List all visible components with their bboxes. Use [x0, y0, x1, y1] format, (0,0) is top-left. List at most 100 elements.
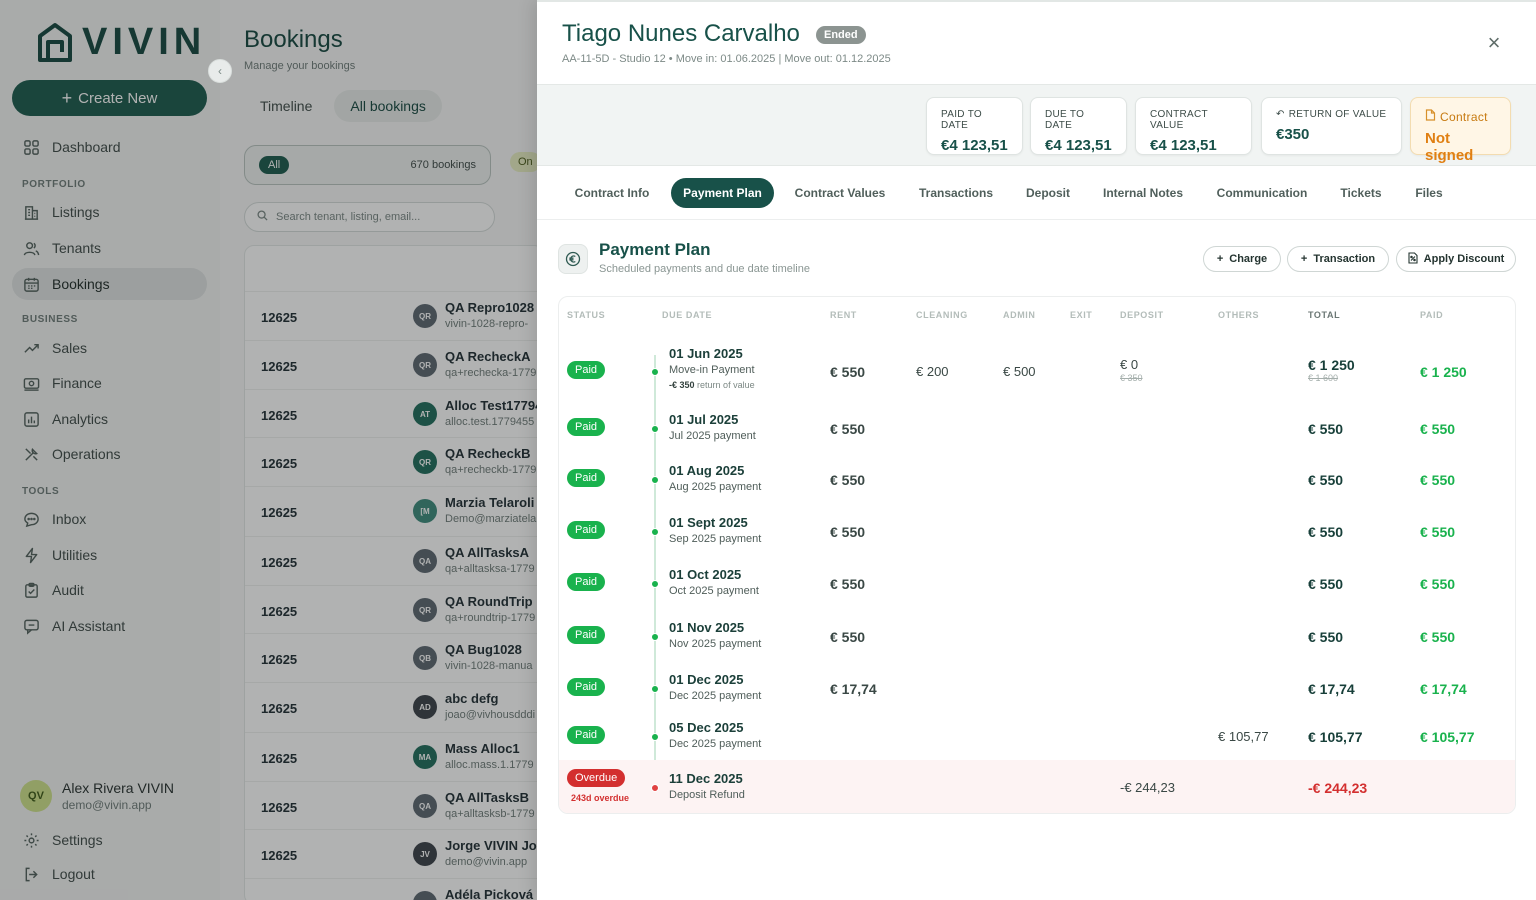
tenant-name: Adéla Picková: [445, 887, 534, 900]
avatar: AT: [413, 402, 437, 426]
tab-transactions[interactable]: Transactions: [906, 178, 1006, 208]
tenant-email: vivin-1028-repro-: [445, 318, 529, 330]
sidebar-item-listings[interactable]: Listings: [12, 196, 207, 228]
table-row[interactable]: 12625 QA QA AllTasksB qa+alltasksb-1779: [245, 781, 537, 830]
admin-amount: € 500: [1003, 364, 1036, 379]
stat-label: DUE TO DATE: [1045, 109, 1085, 131]
tab-all-bookings[interactable]: All bookings: [334, 90, 442, 122]
table-row[interactable]: 12625 JV Jorge VIVIN Jo demo@vivin.app: [245, 829, 537, 878]
sidebar-item-inbox[interactable]: Inbox: [12, 503, 207, 535]
logo[interactable]: VIVIN: [36, 22, 206, 62]
tools-icon: [22, 445, 40, 463]
sidebar-item-tenants[interactable]: Tenants: [12, 232, 207, 264]
user-profile[interactable]: QV Alex Rivera VIVIN demo@vivin.app: [20, 780, 174, 812]
stat-label: PAID TO DATE: [941, 109, 983, 131]
sidebar-item-label: Operations: [52, 446, 121, 462]
payment-row[interactable]: Paid 01 Dec 2025 Dec 2025 payment € 17,74 € …: [559, 663, 1515, 714]
sidebar-item-label: Sales: [52, 340, 88, 356]
apply-discount-button[interactable]: Apply Discount: [1396, 246, 1516, 272]
booking-id: 12625: [261, 701, 298, 716]
assistant-icon: [22, 617, 40, 635]
filter-ongoing-pill[interactable]: On: [510, 152, 537, 172]
status-badge-paid: Paid: [567, 726, 606, 744]
tab-files[interactable]: Files: [1403, 178, 1455, 208]
trend-icon: [22, 339, 40, 357]
nav-section-tools: TOOLS: [22, 486, 60, 497]
column-header: DEPOSIT: [1120, 310, 1164, 320]
clipboard-icon: [22, 581, 40, 599]
payment-description: Dec 2025 payment: [669, 738, 762, 750]
tab-deposit[interactable]: Deposit: [1015, 178, 1081, 208]
due-date: 01 Dec 2025: [669, 672, 744, 687]
tab-timeline[interactable]: Timeline: [244, 90, 328, 122]
table-row[interactable]: 12625 QB QA Bug1028 vivin-1028-manua: [245, 633, 537, 682]
bookings-table: 12625 QR QA Repro1028 vivin-1028-repro- 1262…: [244, 245, 537, 900]
table-row[interactable]: 12625 QR QA Repro1028 vivin-1028-repro-: [245, 291, 537, 340]
search-input[interactable]: Search tenant, listing, email...: [244, 202, 495, 232]
table-row[interactable]: 12625 AT Alloc Test17794 alloc.test.1779455: [245, 389, 537, 438]
payment-row[interactable]: Overdue 243d overdue 11 Dec 2025 Deposit Re…: [559, 760, 1515, 813]
tab-communication[interactable]: Communication: [1205, 178, 1319, 208]
sidebar-item-dashboard[interactable]: Dashboard: [12, 131, 207, 163]
payment-row[interactable]: Paid 01 Jun 2025 Move-in Payment -€ 350 ret…: [559, 339, 1515, 405]
add-charge-button[interactable]: + Charge: [1203, 246, 1281, 272]
payment-row[interactable]: Paid 01 Sept 2025 Sep 2025 payment € 550 € 5…: [559, 506, 1515, 558]
tab-internal-notes[interactable]: Internal Notes: [1090, 178, 1196, 208]
booking-id: 12625: [261, 555, 298, 570]
table-row[interactable]: 12625 [M Marzia Telaroli Demo@marziatela: [245, 486, 537, 535]
due-date: 01 Jun 2025: [669, 346, 743, 361]
user-email: demo@vivin.app: [62, 798, 152, 812]
paid-amount: € 1 250: [1420, 364, 1467, 380]
logout-button[interactable]: Logout: [12, 858, 207, 890]
payment-row[interactable]: Paid 01 Oct 2025 Oct 2025 payment € 550 € 55…: [559, 558, 1515, 610]
table-row[interactable]: 12625 QR QA RecheckB qa+recheckb-1779: [245, 437, 537, 486]
bookings-page: Bookings Manage your bookings Timeline A…: [220, 0, 537, 900]
close-button[interactable]: ×: [1483, 32, 1505, 54]
filter-all-card[interactable]: All 670 bookings: [244, 145, 491, 185]
table-row[interactable]: 12625 AD abc defg joao@vivhousdddi: [245, 682, 537, 731]
deposit-amount: -€ 244,23: [1120, 780, 1175, 795]
payment-row[interactable]: Paid 01 Aug 2025 Aug 2025 payment € 550 € 55…: [559, 454, 1515, 506]
sidebar-item-finance[interactable]: Finance: [12, 367, 207, 399]
stat-value: €4 123,51: [1150, 137, 1217, 154]
table-row[interactable]: 12625 QR QA RoundTrip qa+roundtrip-1779: [245, 585, 537, 634]
tab-payment-plan[interactable]: Payment Plan: [671, 178, 774, 208]
timeline-dot: [651, 476, 659, 484]
search-icon: [257, 210, 268, 224]
sidebar-item-sales[interactable]: Sales: [12, 332, 207, 364]
sidebar-collapse-button[interactable]: ‹: [208, 59, 232, 83]
stat-value: €4 123,51: [941, 137, 1008, 154]
table-row[interactable]: 12625 QA QA AllTasksA qa+alltasksa-1779: [245, 536, 537, 585]
payment-plan-table: STATUS DUE DATE RENT CLEANING ADMIN EXIT…: [558, 296, 1516, 814]
sidebar-item-ai-assistant[interactable]: AI Assistant: [12, 610, 207, 642]
rent-amount: € 550: [830, 364, 866, 380]
tab-contract-values[interactable]: Contract Values: [783, 178, 897, 208]
table-row[interactable]: 12625 QR QA RecheckA qa+rechecka-1779: [245, 340, 537, 389]
sidebar-item-utilities[interactable]: Utilities: [12, 539, 207, 571]
sidebar-item-audit[interactable]: Audit: [12, 574, 207, 606]
sidebar-item-analytics[interactable]: Analytics: [12, 403, 207, 435]
table-row[interactable]: 1APAdéla Picková: [245, 878, 537, 900]
others-amount: € 105,77: [1218, 729, 1269, 744]
tab-tickets[interactable]: Tickets: [1328, 178, 1394, 208]
create-new-button[interactable]: + Create New: [12, 80, 207, 116]
button-label: Charge: [1229, 253, 1268, 265]
logo-text: VIVIN: [82, 21, 207, 63]
gear-icon: [22, 831, 40, 849]
booking-id: 12625: [261, 456, 298, 471]
return-arrow-icon: ↶: [1276, 109, 1285, 120]
payment-row[interactable]: Paid 05 Dec 2025 Dec 2025 payment € 105,77 €…: [559, 714, 1515, 760]
column-header: DUE DATE: [662, 310, 713, 320]
users-icon: [22, 239, 40, 257]
payment-row[interactable]: Paid 01 Nov 2025 Nov 2025 payment € 550 € 55…: [559, 610, 1515, 663]
settings-button[interactable]: Settings: [12, 824, 207, 856]
table-row[interactable]: 12625 MA Mass Alloc1 alloc.mass.1.1779: [245, 732, 537, 781]
sidebar-item-operations[interactable]: Operations: [12, 438, 207, 470]
stat-contract-status[interactable]: Contract Not signed: [1410, 97, 1511, 164]
discount-icon: [1408, 251, 1418, 267]
sidebar-item-bookings[interactable]: Bookings: [12, 268, 207, 300]
add-transaction-button[interactable]: + Transaction: [1287, 246, 1389, 272]
logout-label: Logout: [52, 866, 95, 882]
tab-contract-info[interactable]: Contract Info: [562, 178, 662, 208]
payment-row[interactable]: Paid 01 Jul 2025 Jul 2025 payment € 550 € 55…: [559, 403, 1515, 454]
